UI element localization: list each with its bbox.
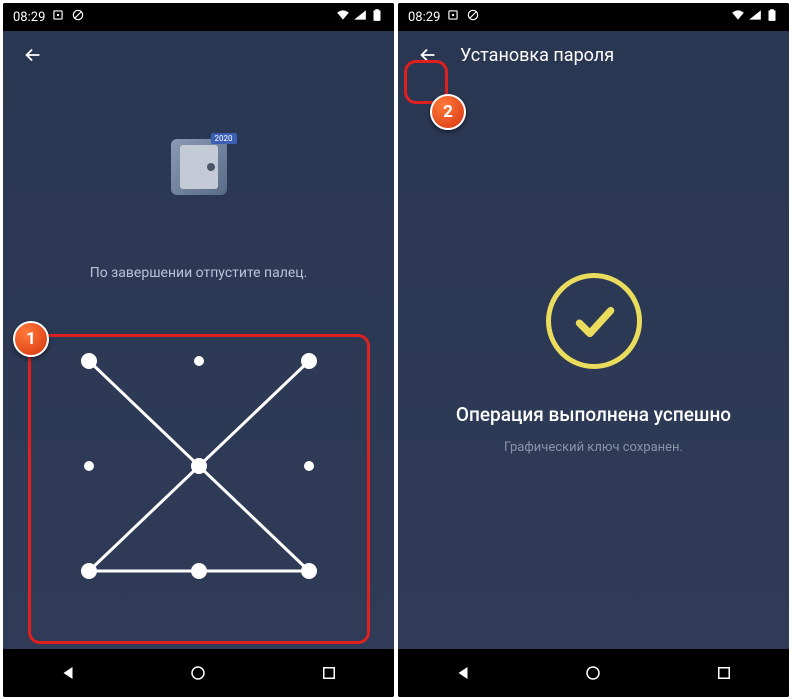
wifi-icon	[731, 8, 745, 26]
success-subtitle: Графический ключ сохранен.	[504, 440, 683, 455]
battery-icon	[370, 8, 384, 26]
vault-badge: 2020	[211, 133, 237, 144]
nav-home-button[interactable]	[563, 655, 623, 691]
app-header: Установка пароля	[398, 31, 789, 79]
noent-icon	[71, 8, 85, 26]
app-header	[3, 31, 394, 79]
nav-back-button[interactable]	[433, 655, 493, 691]
phone-screen-pattern: 08:29	[3, 3, 394, 697]
instruction-text: По завершении отпустите палец.	[90, 265, 308, 281]
status-time: 08:29	[408, 10, 440, 25]
nav-bar	[3, 649, 394, 697]
screenshot-icon	[51, 8, 65, 26]
success-content: Операция выполнена успешно Графический к…	[398, 79, 789, 649]
annotation-marker-1: 1	[13, 321, 49, 357]
pattern-lock-grid[interactable]	[39, 311, 359, 611]
nav-recents-button[interactable]	[299, 655, 359, 691]
back-button[interactable]	[412, 39, 444, 71]
status-time: 08:29	[13, 10, 45, 25]
signal-icon	[353, 8, 367, 26]
nav-bar	[398, 649, 789, 697]
page-title: Установка пароля	[460, 45, 614, 66]
phone-screen-success: 08:29 Установка пароля	[398, 3, 789, 697]
screenshot-icon	[446, 8, 460, 26]
success-check-icon	[546, 273, 642, 369]
vault-app-icon: 2020	[171, 139, 227, 195]
noent-icon	[466, 8, 480, 26]
back-button[interactable]	[17, 39, 49, 71]
status-bar: 08:29	[3, 3, 394, 31]
wifi-icon	[336, 8, 350, 26]
nav-back-button[interactable]	[38, 655, 98, 691]
nav-recents-button[interactable]	[694, 655, 754, 691]
success-title: Операция выполнена успешно	[456, 403, 731, 426]
annotation-marker-2: 2	[430, 94, 466, 130]
battery-icon	[765, 8, 779, 26]
signal-icon	[748, 8, 762, 26]
status-bar: 08:29	[398, 3, 789, 31]
nav-home-button[interactable]	[168, 655, 228, 691]
